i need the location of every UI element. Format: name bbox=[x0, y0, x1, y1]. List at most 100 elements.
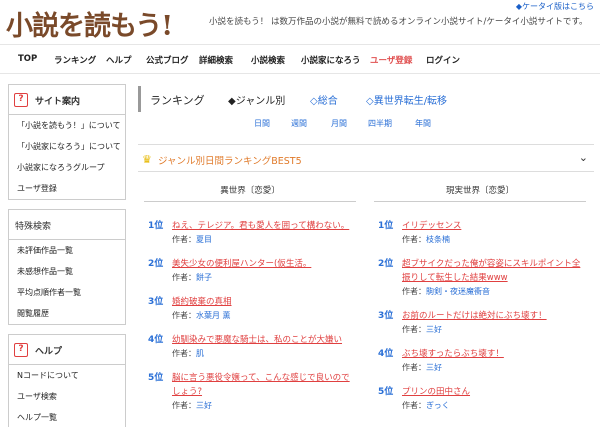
author-label: 作者： bbox=[172, 311, 196, 320]
nav-login[interactable]: ログイン bbox=[426, 54, 460, 66]
author-label: 作者： bbox=[172, 349, 196, 358]
tab-isekai[interactable]: ◇異世界転生/転移 bbox=[366, 92, 447, 107]
chevron-down-icon[interactable]: ⌄ bbox=[579, 151, 588, 164]
nav-help[interactable]: ヘルプ bbox=[106, 54, 132, 66]
column-heading: 異世界〔恋愛〕 bbox=[144, 180, 356, 202]
author-line: 作者：餅子 bbox=[172, 272, 212, 283]
rank-position: 4位 bbox=[148, 335, 164, 345]
ranking-column-real-love: 現実世界〔恋愛〕 1位 イリデッセンス 作者：枝条楠 2位 超ブサイクだった俺が… bbox=[374, 180, 586, 420]
author-name-link[interactable]: 駒剣・夜迷魔衝音 bbox=[426, 287, 490, 296]
sidebar-item-register[interactable]: ユーザ登録 bbox=[9, 178, 125, 199]
author-line: 作者：夏目 bbox=[172, 234, 212, 245]
author-name-link[interactable]: 肌 bbox=[196, 349, 204, 358]
best5-header: ♛ ジャンル別日間ランキングBEST5 ⌄ bbox=[138, 144, 594, 172]
author-line: 作者：水葉月 薫 bbox=[172, 310, 231, 321]
site-guide-title: サイト案内 bbox=[35, 97, 81, 107]
period-quarterly[interactable]: 四半期 bbox=[368, 118, 392, 129]
nav-register[interactable]: ユーザ登録 bbox=[370, 54, 412, 66]
author-name-link[interactable]: 枝条楠 bbox=[426, 235, 450, 244]
rank-position: 5位 bbox=[378, 387, 394, 397]
nav-top[interactable]: TOP bbox=[18, 54, 37, 64]
crown-icon: ♛ bbox=[142, 153, 152, 166]
nav-blog[interactable]: 公式ブログ bbox=[146, 54, 189, 66]
author-line: 作者：枝条楠 bbox=[402, 234, 450, 245]
author-label: 作者： bbox=[402, 401, 426, 410]
novel-title-link[interactable]: 美失少女の便利屋ハンター(仮生活。 bbox=[172, 257, 356, 271]
site-tagline: 小説を読もう！ は数万作品の小説が無料で読めるオンライン小説サイト/ケータイ小説… bbox=[209, 17, 588, 27]
rank-position: 1位 bbox=[378, 221, 394, 231]
author-name-link[interactable]: 餅子 bbox=[196, 273, 212, 282]
nav-advanced-search[interactable]: 詳細検索 bbox=[199, 54, 233, 66]
author-label: 作者： bbox=[172, 235, 196, 244]
nav-novel-search[interactable]: 小説検索 bbox=[251, 54, 285, 66]
author-name-link[interactable]: 水葉月 薫 bbox=[196, 311, 231, 320]
author-label: 作者： bbox=[402, 363, 426, 372]
author-label: 作者： bbox=[172, 401, 196, 410]
special-search-header: 特殊検索 bbox=[9, 210, 125, 240]
rank-position: 5位 bbox=[148, 373, 164, 383]
sidebar-item-history[interactable]: 閲覧履歴 bbox=[9, 303, 125, 324]
best5-title: ジャンル別日間ランキングBEST5 bbox=[158, 156, 302, 167]
author-line: 作者：三好 bbox=[402, 324, 442, 335]
sidebar-item-user-search[interactable]: ユーザ検索 bbox=[9, 386, 125, 407]
help-title: ヘルプ bbox=[35, 347, 63, 357]
tab-genre[interactable]: ◆ジャンル別 bbox=[228, 92, 285, 107]
period-daily[interactable]: 日間 bbox=[254, 118, 270, 129]
help-header: ? ヘルプ bbox=[9, 335, 125, 365]
author-line: 作者：三好 bbox=[402, 362, 442, 373]
period-yearly[interactable]: 年間 bbox=[415, 118, 431, 129]
novel-title-link[interactable]: ぶち壊すったらぶち壊す！ bbox=[402, 347, 586, 361]
nav-narou[interactable]: 小説家になろう bbox=[301, 54, 361, 66]
sidebar-item-ncode[interactable]: Nコードについて bbox=[9, 365, 125, 386]
special-search-box: 特殊検索 未評価作品一覧 未感想作品一覧 平均点順作者一覧 閲覧履歴 bbox=[8, 209, 126, 325]
period-monthly[interactable]: 月間 bbox=[331, 118, 347, 129]
sidebar-item-group[interactable]: 小説家になろうグループ bbox=[9, 157, 125, 178]
special-search-title: 特殊検索 bbox=[15, 222, 52, 232]
mobile-version-link[interactable]: ◆ケータイ版はこちら bbox=[516, 1, 594, 12]
novel-title-link[interactable]: お前のルートだけは絶対にぶち壊す！ bbox=[402, 309, 586, 323]
author-name-link[interactable]: 夏目 bbox=[196, 235, 212, 244]
sidebar-item-about-yomou[interactable]: 「小説を読もう！」について bbox=[9, 115, 125, 136]
author-label: 作者： bbox=[402, 287, 426, 296]
ranking-header-bar bbox=[138, 86, 141, 112]
site-header: 小説を読もう! 小説を読もう！ は数万作品の小説が無料で読めるオンライン小説サイ… bbox=[0, 0, 600, 44]
sidebar-item-about-narou[interactable]: 「小説家になろう」について bbox=[9, 136, 125, 157]
author-name-link[interactable]: 三好 bbox=[196, 401, 212, 410]
sidebar-item-avg-score[interactable]: 平均点順作者一覧 bbox=[9, 282, 125, 303]
period-weekly[interactable]: 週間 bbox=[291, 118, 307, 129]
tab-overall[interactable]: ◇総合 bbox=[310, 92, 338, 107]
question-icon: ? bbox=[14, 343, 28, 357]
author-label: 作者： bbox=[402, 325, 426, 334]
author-name-link[interactable]: ぎっく bbox=[426, 401, 450, 410]
sidebar: ? サイト案内 「小説を読もう！」について 「小説家になろう」について 小説家に… bbox=[8, 84, 126, 427]
novel-title-link[interactable]: 幼馴染みで悪魔な騎士は、私のことが大嫌い bbox=[172, 333, 356, 347]
help-box: ? ヘルプ Nコードについて ユーザ検索 ヘルプ一覧 bbox=[8, 334, 126, 427]
question-icon: ? bbox=[14, 93, 28, 107]
author-line: 作者：ぎっく bbox=[402, 400, 450, 411]
site-guide-box: ? サイト案内 「小説を読もう！」について 「小説家になろう」について 小説家に… bbox=[8, 84, 126, 200]
sidebar-item-no-review[interactable]: 未感想作品一覧 bbox=[9, 261, 125, 282]
rank-position: 1位 bbox=[148, 221, 164, 231]
novel-title-link[interactable]: 婚約破棄の真相 bbox=[172, 295, 356, 309]
novel-title-link[interactable]: ねえ、テレジア。君も愛人を囲って構わない。 bbox=[172, 219, 356, 233]
rank-position: 3位 bbox=[378, 311, 394, 321]
rank-position: 3位 bbox=[148, 297, 164, 307]
site-guide-header: ? サイト案内 bbox=[9, 85, 125, 115]
sidebar-item-help-list[interactable]: ヘルプ一覧 bbox=[9, 407, 125, 427]
author-name-link[interactable]: 三好 bbox=[426, 325, 442, 334]
novel-title-link[interactable]: イリデッセンス bbox=[402, 219, 586, 233]
novel-title-link[interactable]: 脳に言う悪役令嬢って、こんな感じで良いのでしょう? bbox=[172, 371, 356, 399]
author-label: 作者： bbox=[172, 273, 196, 282]
site-logo[interactable]: 小説を読もう! bbox=[6, 4, 173, 43]
ranking-title: ランキング bbox=[150, 94, 205, 107]
novel-title-link[interactable]: プリンの田中さん bbox=[402, 385, 586, 399]
ranking-header: ランキング ◆ジャンル別 ◇総合 ◇異世界転生/転移 bbox=[138, 84, 594, 116]
nav-ranking[interactable]: ランキング bbox=[54, 54, 96, 66]
author-name-link[interactable]: 三好 bbox=[426, 363, 442, 372]
rank-position: 2位 bbox=[378, 259, 394, 269]
ranking-column-isekai-love: 異世界〔恋愛〕 1位 ねえ、テレジア。君も愛人を囲って構わない。 作者：夏目 2… bbox=[144, 180, 356, 420]
novel-title-link[interactable]: 超ブサイクだった俺が容姿にスキルポイント全振りして転生した結果www bbox=[402, 257, 586, 285]
author-label: 作者： bbox=[402, 235, 426, 244]
sidebar-item-unrated[interactable]: 未評価作品一覧 bbox=[9, 240, 125, 261]
author-line: 作者：駒剣・夜迷魔衝音 bbox=[402, 286, 490, 297]
